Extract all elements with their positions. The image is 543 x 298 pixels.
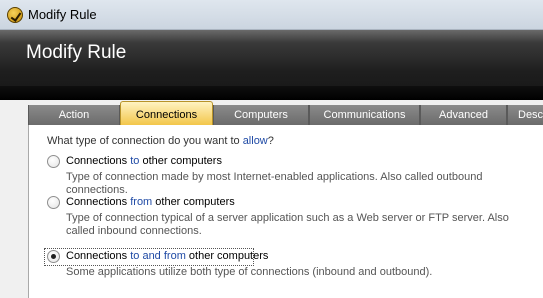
window-title: Modify Rule (28, 7, 97, 22)
dialog-header: Modify Rule (0, 30, 543, 100)
radio-inbound[interactable] (47, 196, 60, 209)
option-both-description: Some applications utilize both type of c… (66, 266, 433, 278)
tab-connections[interactable]: Connections (120, 101, 213, 126)
tab-description[interactable]: Desc (507, 105, 543, 125)
app-logo-icon (7, 7, 23, 23)
question-emphasis: allow (242, 135, 268, 147)
tab-action[interactable]: Action (28, 105, 120, 125)
option-outbound-label[interactable]: Connections to other computers (66, 155, 222, 167)
tab-communications[interactable]: Communications (309, 105, 420, 125)
radio-outbound[interactable] (47, 155, 60, 168)
title-bar: Modify Rule (0, 0, 543, 30)
tab-bar: Action Connections Computers Communicati… (28, 101, 543, 126)
page-title: Modify Rule (26, 42, 127, 63)
tab-advanced[interactable]: Advanced (420, 105, 507, 125)
radio-both[interactable] (47, 250, 60, 263)
connection-question: What type of connection do you want to a… (47, 135, 274, 147)
option-outbound-description: Type of connection made by most Internet… (66, 171, 483, 196)
option-inbound-description: Type of connection typical of a server a… (66, 212, 509, 237)
option-inbound-label[interactable]: Connections from other computers (66, 196, 235, 208)
tab-computers[interactable]: Computers (213, 105, 309, 125)
option-both-label[interactable]: Connections to and from other computers (66, 250, 268, 262)
